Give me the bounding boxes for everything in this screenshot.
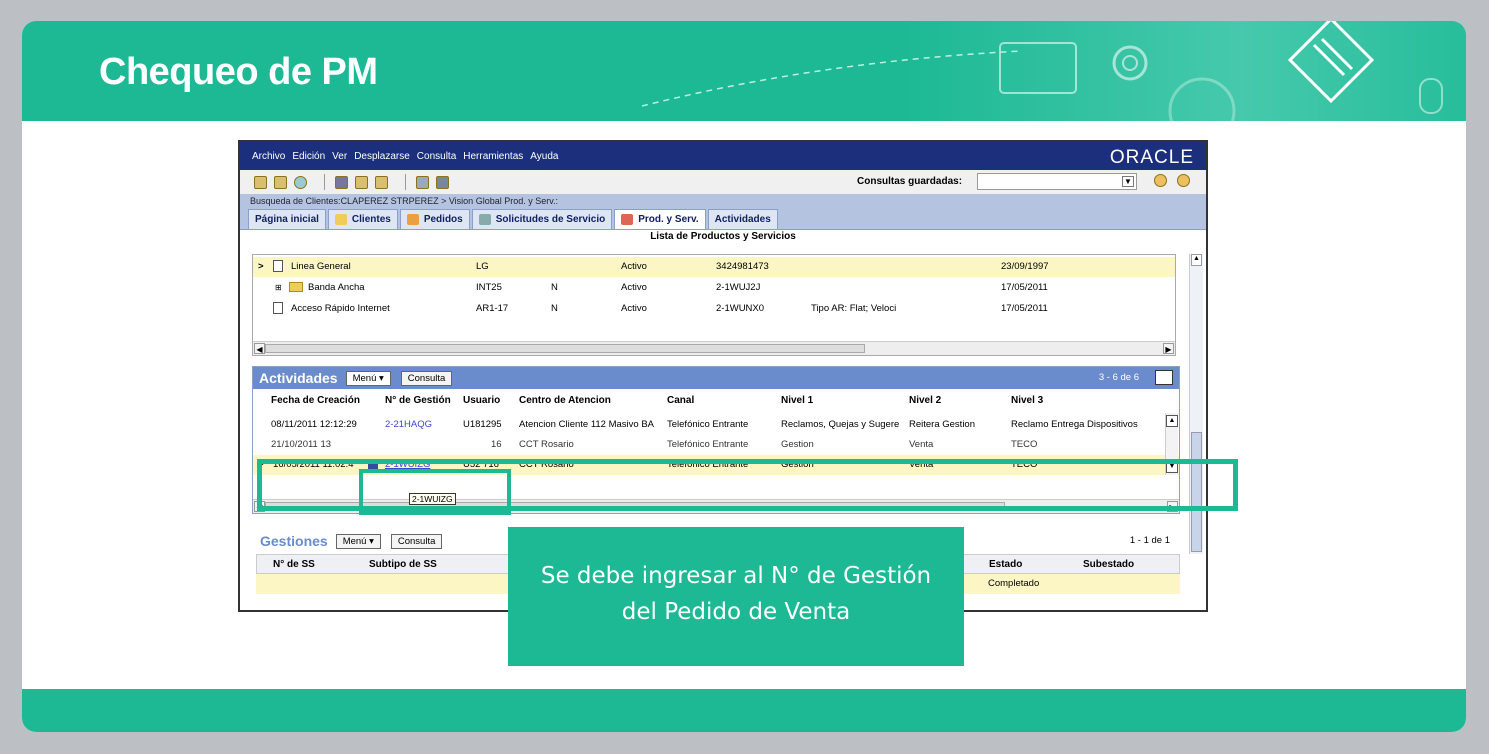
activities-record-count: 3 - 6 de 6: [1098, 372, 1139, 383]
menu-edicion[interactable]: Edición: [292, 151, 325, 162]
activities-title: Actividades: [259, 370, 338, 386]
mouse-icon: [1419, 78, 1443, 114]
new-record-icon[interactable]: [254, 175, 267, 189]
menu-ver[interactable]: Ver: [332, 151, 347, 162]
gear-icon: [1112, 45, 1148, 81]
tab-clientes[interactable]: Clientes: [327, 209, 398, 229]
activities-query-button[interactable]: Consulta: [400, 370, 453, 386]
run-query-icon[interactable]: [1176, 174, 1190, 187]
gestiones-title: Gestiones: [260, 533, 328, 549]
gestiones-record-count: 1 - 1 de 1: [1129, 535, 1170, 546]
chevron-down-icon[interactable]: ▼: [1122, 176, 1134, 187]
tab-actividades[interactable]: Actividades: [707, 209, 778, 229]
globe-icon[interactable]: [294, 175, 307, 189]
activities-header: Actividades Menú ▾ Consulta 3 - 6 de 6: [253, 367, 1179, 389]
saved-queries-label: Consultas guardadas:: [857, 176, 963, 187]
person-icon: [478, 214, 491, 225]
slide-header: Chequeo de PM: [22, 21, 1466, 121]
table-row[interactable]: 08/11/2011 12:12:29 2-21HAQG U181295 Ate…: [253, 415, 1179, 435]
scroll-left-icon[interactable]: ◀: [254, 343, 265, 354]
activities-menu-button[interactable]: Menú ▾: [345, 370, 391, 386]
products-icon: [621, 214, 634, 225]
saved-queries-select[interactable]: ▼: [977, 173, 1137, 190]
app-toolbar: Consultas guardadas: ▼: [240, 170, 1206, 194]
document-icon: [273, 257, 283, 277]
pencil-icon: [1312, 37, 1354, 77]
folder-icon: [334, 214, 347, 225]
scroll-up-icon[interactable]: ▲: [1191, 254, 1202, 266]
tab-pedidos[interactable]: Pedidos: [399, 209, 470, 229]
tab-solicitudes[interactable]: Solicitudes de Servicio: [471, 209, 613, 229]
monitor-icon: [999, 42, 1077, 94]
instruction-callout: Se debe ingresar al N° de Gestión del Pe…: [508, 527, 964, 666]
products-table: > Linea General LG Activo 3424981473 23/…: [252, 254, 1176, 356]
gestiones-query-button[interactable]: Consulta: [390, 533, 443, 549]
oracle-logo: ORACLE: [1109, 147, 1194, 168]
callout-line-2: del Pedido de Venta: [621, 598, 851, 625]
search-query-icon[interactable]: [1154, 174, 1167, 187]
menu-archivo[interactable]: Archivo: [252, 151, 285, 162]
breadcrumb[interactable]: Busqueda de Clientes:CLAPEREZ STRPEREZ >…: [240, 194, 1206, 208]
scroll-up-icon[interactable]: ▲: [1166, 415, 1178, 427]
query-tools: [1154, 174, 1197, 190]
binoculars-icon[interactable]: [335, 175, 348, 189]
notes-icon[interactable]: [375, 175, 388, 189]
menu-consulta[interactable]: Consulta: [417, 151, 456, 162]
toggle-view-icon[interactable]: [1155, 370, 1173, 385]
folder-icon: [289, 278, 303, 298]
checklist-icon[interactable]: [355, 175, 368, 189]
table-row[interactable]: 21/10/2011 13 16 CCT Rosario Telefónico …: [253, 437, 1179, 447]
tab-prod-serv[interactable]: Prod. y Serv.: [614, 209, 706, 229]
print-icon[interactable]: [416, 175, 429, 189]
products-list-title: Lista de Productos y Servicios: [650, 231, 796, 242]
table-row[interactable]: ⊞ Banda Ancha INT25 N Activo 2-1WUJ2J 17…: [253, 278, 1175, 298]
products-hscrollbar[interactable]: ◀ ▶: [253, 341, 1175, 355]
gestion-link[interactable]: 2-21HAQG: [385, 415, 432, 435]
screen-tabs: Página inicial Clientes Pedidos Solicitu…: [240, 208, 1206, 230]
slide-footer: [22, 689, 1466, 732]
row-pointer-icon: >: [258, 261, 264, 272]
menu-ayuda[interactable]: Ayuda: [530, 151, 558, 162]
document-icon: [273, 299, 283, 319]
expand-icon[interactable]: ⊞: [275, 278, 282, 298]
slide-title: Chequeo de PM: [99, 51, 378, 93]
highlight-gestion-frame: [359, 469, 511, 515]
large-gear-icon: [1168, 77, 1236, 121]
gestiones-menu-button[interactable]: Menú ▾: [335, 533, 381, 549]
menu-desplazarse[interactable]: Desplazarse: [354, 151, 410, 162]
cart-icon: [406, 214, 419, 225]
copy-record-icon[interactable]: [274, 175, 287, 189]
activities-column-headers: Fecha de Creación N° de Gestión Usuario …: [271, 395, 1044, 406]
report-icon[interactable]: [436, 175, 449, 189]
scroll-right-icon[interactable]: ▶: [1163, 343, 1174, 354]
callout-line-1: Se debe ingresar al N° de Gestión: [540, 562, 932, 589]
tab-pagina-inicial[interactable]: Página inicial: [248, 209, 326, 229]
app-menubar: Archivo Edición Ver Desplazarse Consulta…: [240, 142, 1206, 170]
table-row[interactable]: Acceso Rápido Internet AR1-17 N Activo 2…: [253, 299, 1175, 319]
menu-herramientas[interactable]: Herramientas: [463, 151, 523, 162]
table-row[interactable]: > Linea General LG Activo 3424981473 23/…: [253, 257, 1175, 277]
